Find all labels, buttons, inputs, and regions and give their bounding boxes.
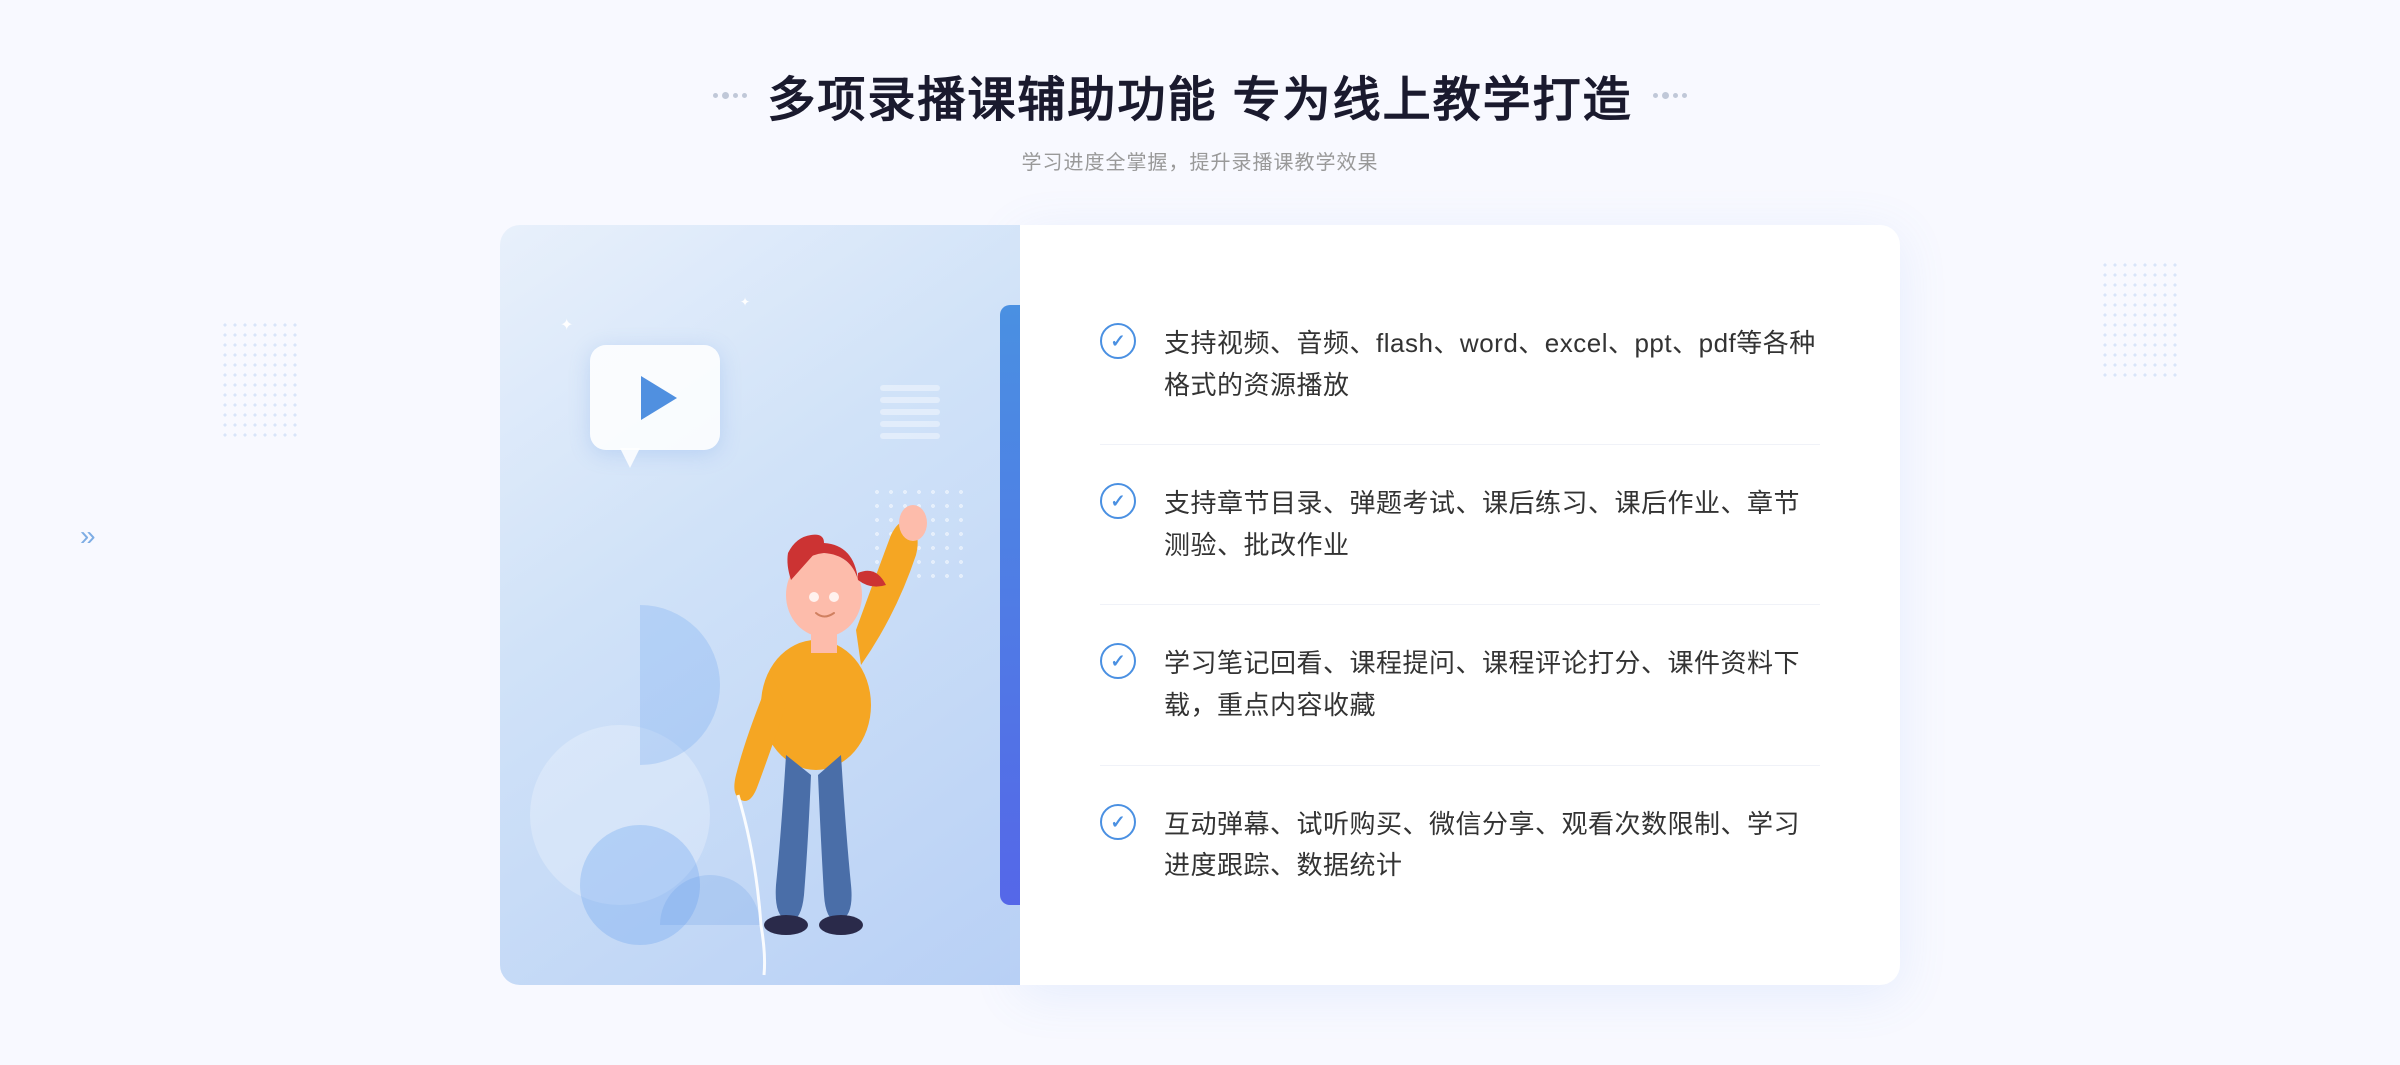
feature-item-2: ✓ 支持章节目录、弹题考试、课后练习、课后作业、章节测验、批改作业 (1100, 445, 1820, 605)
title-row: 多项录播课辅助功能 专为线上教学打造 (713, 60, 1686, 130)
dot (1653, 93, 1658, 98)
check-icon-3: ✓ (1100, 643, 1136, 679)
page-container: » 多项录播课辅助功能 专为线上教学打造 学习进度全掌握，提升录播课教学效果 (0, 0, 2400, 1065)
content-area: ✦ ✦ (500, 225, 1900, 985)
check-icon-2: ✓ (1100, 483, 1136, 519)
dot (722, 92, 729, 99)
feature-text-1: 支持视频、音频、flash、word、excel、ppt、pdf等各种格式的资源… (1164, 323, 1820, 406)
deco-lines (880, 385, 940, 475)
header-section: 多项录播课辅助功能 专为线上教学打造 学习进度全掌握，提升录播课教学效果 (713, 60, 1686, 175)
check-icon-4: ✓ (1100, 804, 1136, 840)
dot (1662, 92, 1669, 99)
chevron-left-decoration: » (80, 520, 96, 552)
feature-text-4: 互动弹幕、试听购买、微信分享、观看次数限制、学习进度跟踪、数据统计 (1164, 804, 1820, 887)
feature-item-4: ✓ 互动弹幕、试听购买、微信分享、观看次数限制、学习进度跟踪、数据统计 (1100, 766, 1820, 925)
sparkle-2: ✦ (740, 295, 750, 309)
sparkle-1: ✦ (560, 315, 573, 335)
feature-text-2: 支持章节目录、弹题考试、课后练习、课后作业、章节测验、批改作业 (1164, 483, 1820, 566)
header-dots-left (713, 92, 747, 99)
feature-text-3: 学习笔记回看、课程提问、课程评论打分、课件资料下载，重点内容收藏 (1164, 643, 1820, 726)
dot-pattern-right (2100, 260, 2180, 380)
dot (1673, 93, 1678, 98)
dot-pattern-left (220, 320, 300, 440)
illustration-area: ✦ ✦ (500, 225, 1020, 985)
human-figure (676, 465, 956, 985)
dot (713, 93, 718, 98)
header-dots-right (1653, 92, 1687, 99)
dot (1682, 93, 1687, 98)
blue-vertical-bar (1000, 305, 1020, 905)
features-panel: ✓ 支持视频、音频、flash、word、excel、ppt、pdf等各种格式的… (1020, 225, 1900, 985)
feature-item-3: ✓ 学习笔记回看、课程提问、课程评论打分、课件资料下载，重点内容收藏 (1100, 605, 1820, 765)
check-icon-1: ✓ (1100, 323, 1136, 359)
dot (733, 93, 738, 98)
feature-item-1: ✓ 支持视频、音频、flash、word、excel、ppt、pdf等各种格式的… (1100, 285, 1820, 445)
subtitle: 学习进度全掌握，提升录播课教学效果 (713, 146, 1686, 175)
main-title: 多项录播课辅助功能 专为线上教学打造 (767, 60, 1632, 130)
speech-bubble (590, 345, 720, 450)
play-icon (641, 376, 677, 420)
dot (742, 93, 747, 98)
